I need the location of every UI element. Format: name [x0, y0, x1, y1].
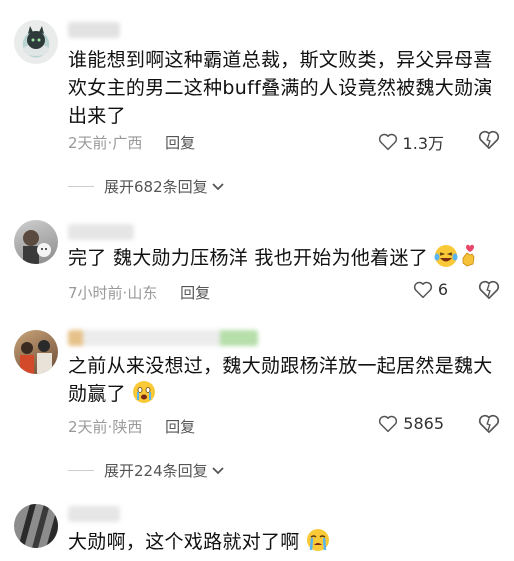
- like-count: 1.3万: [402, 134, 444, 153]
- chevron-down-icon: [212, 466, 224, 474]
- chevron-down-icon: [212, 182, 224, 190]
- dislike-button[interactable]: [478, 130, 500, 154]
- expand-replies[interactable]: 展开224条回复: [68, 460, 225, 481]
- like-button[interactable]: 5865: [378, 414, 444, 433]
- heart-outline-icon: [379, 415, 398, 432]
- comment-location: 山东: [127, 284, 158, 302]
- like-count: 5865: [403, 414, 444, 433]
- username-redacted: [68, 506, 120, 522]
- comment-meta: 7小时前·山东 回复: [68, 282, 210, 303]
- comment-text: 大勋啊，这个戏路就对了啊: [68, 531, 300, 553]
- comment-location: 广西: [112, 134, 143, 152]
- like-count: 6: [437, 280, 448, 299]
- comment-text: 谁能想到啊这种霸道总裁，斯文败类，异父异母喜欢女主的男二这种buff叠满的人设竟…: [68, 49, 493, 127]
- username-redacted: [68, 22, 120, 38]
- group-photo-avatar-icon: [20, 340, 52, 374]
- expand-line: [68, 186, 94, 187]
- dislike-button[interactable]: [478, 280, 500, 304]
- like-button[interactable]: 6: [413, 280, 448, 299]
- comment-text-row: 之前从来没想过，魏大勋跟杨洋放一起居然是魏大勋赢了: [68, 352, 498, 408]
- dislike-heart-icon: [478, 130, 500, 149]
- cat-cup-avatar-icon: [23, 26, 49, 56]
- avatar[interactable]: [14, 220, 58, 264]
- comment-time: 2天前: [68, 134, 108, 152]
- reply-button[interactable]: 回复: [165, 134, 195, 152]
- loudly-crying-emoji-icon: [306, 529, 329, 551]
- comment-text-row: 完了 魏大勋力压杨洋 我也开始为他着迷了: [68, 244, 498, 272]
- expand-label: 展开682条回复: [104, 178, 208, 196]
- dislike-heart-icon: [478, 414, 500, 433]
- like-button[interactable]: 1.3万: [378, 130, 444, 154]
- comment-text-row: 大勋啊，这个戏路就对了啊: [68, 528, 498, 556]
- username-redacted: [68, 224, 134, 240]
- reply-button[interactable]: 回复: [165, 418, 195, 436]
- avatar[interactable]: [14, 20, 58, 64]
- expand-label: 展开224条回复: [104, 462, 208, 480]
- dislike-button[interactable]: [478, 414, 500, 438]
- finger-heart-emoji-icon: [463, 244, 475, 267]
- comment-text: 完了 魏大勋力压杨洋 我也开始为他着迷了: [68, 247, 429, 269]
- dislike-heart-icon: [478, 280, 500, 299]
- comment-location: 陕西: [112, 418, 143, 436]
- crying-emoji-icon: [133, 381, 156, 403]
- avatar[interactable]: [14, 504, 58, 548]
- expand-replies[interactable]: 展开682条回复: [68, 176, 225, 197]
- expand-line: [68, 470, 94, 471]
- laughing-tears-emoji-icon: [434, 245, 458, 267]
- comment-time: 2天前: [68, 418, 108, 436]
- username-redacted: [68, 330, 258, 346]
- comment-time: 7小时前: [68, 284, 123, 302]
- heart-outline-icon: [378, 133, 397, 151]
- person-dog-avatar-icon: [23, 230, 51, 264]
- comment-meta: 2天前·陕西 回复: [68, 416, 195, 437]
- dark-stripes-avatar-icon: [18, 504, 58, 548]
- heart-outline-icon: [413, 281, 432, 298]
- reply-button[interactable]: 回复: [180, 284, 210, 302]
- comment-meta: 2天前·广西 回复: [68, 132, 195, 153]
- avatar[interactable]: [14, 330, 58, 374]
